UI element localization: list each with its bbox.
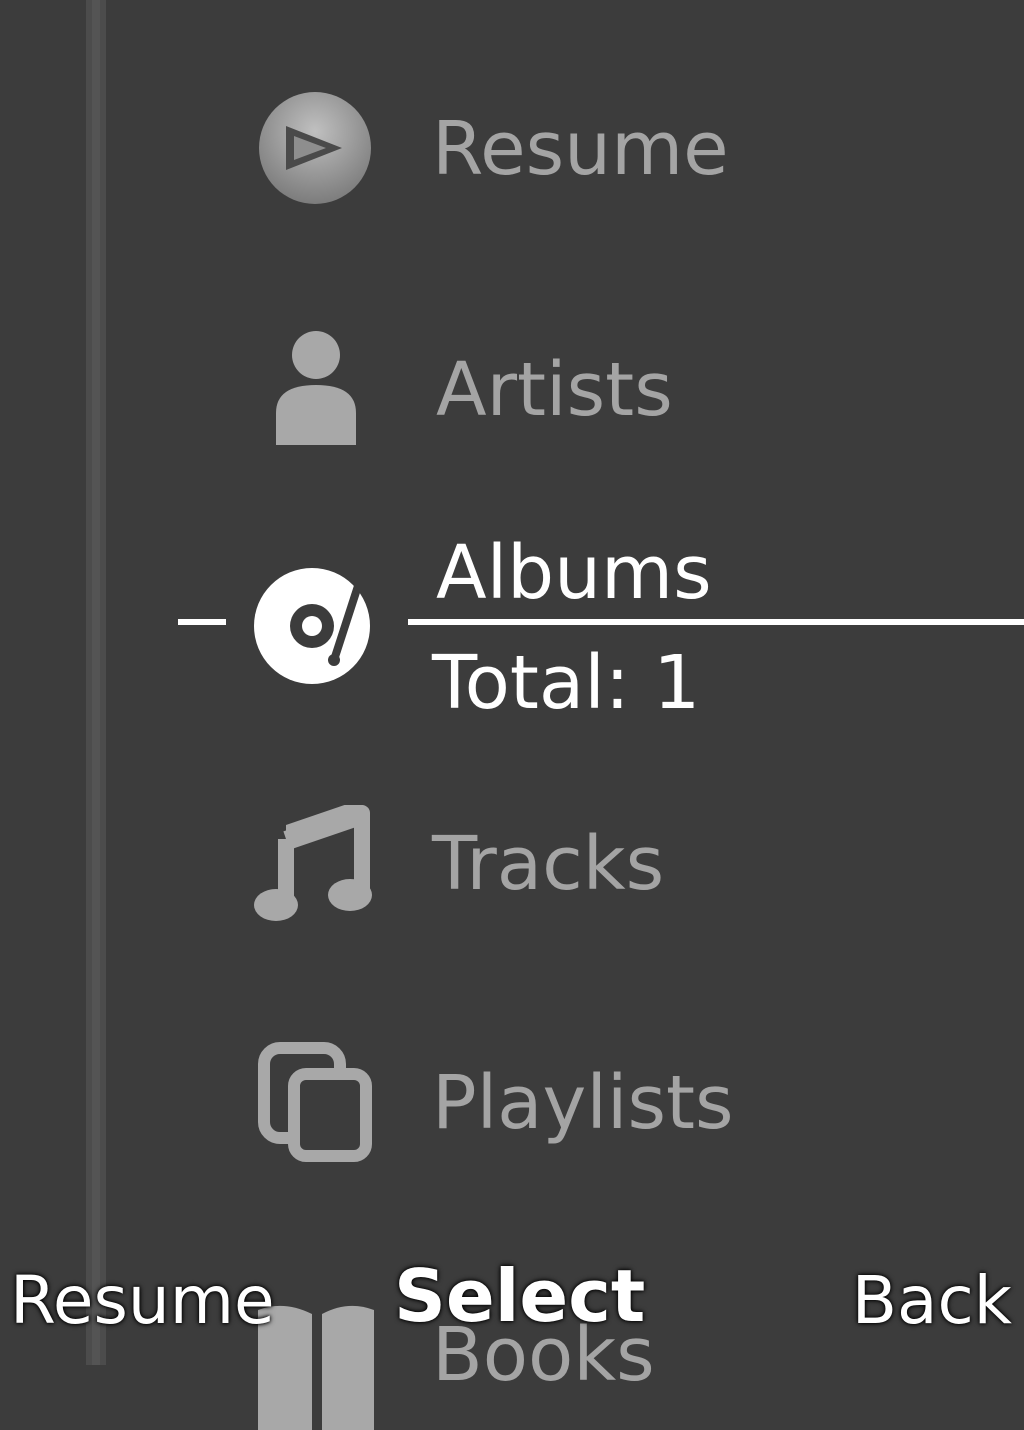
- softkey-bar: Resume Select Back: [0, 1250, 1024, 1365]
- disc-icon: [254, 568, 370, 684]
- menu-item-label: Tracks: [432, 821, 665, 907]
- music-note-icon: [254, 805, 372, 921]
- person-icon: [276, 331, 356, 445]
- menu-item-label: Albums: [436, 530, 712, 616]
- menu-item-sublabel: Total: 1: [432, 640, 701, 726]
- menu-item-label: Playlists: [432, 1060, 734, 1146]
- scroll-rail: [86, 0, 106, 1365]
- select-softkey-button[interactable]: Select: [394, 1260, 645, 1332]
- menu-item-label: Resume: [432, 106, 729, 192]
- selection-line: [408, 619, 1024, 625]
- menu-item-label: Artists: [436, 347, 673, 433]
- back-softkey-button[interactable]: Back: [852, 1268, 1012, 1334]
- left-softkey-button[interactable]: Resume: [10, 1268, 275, 1334]
- playlists-icon: [258, 1042, 372, 1162]
- play-icon: [259, 92, 371, 204]
- selection-marker: [178, 619, 226, 625]
